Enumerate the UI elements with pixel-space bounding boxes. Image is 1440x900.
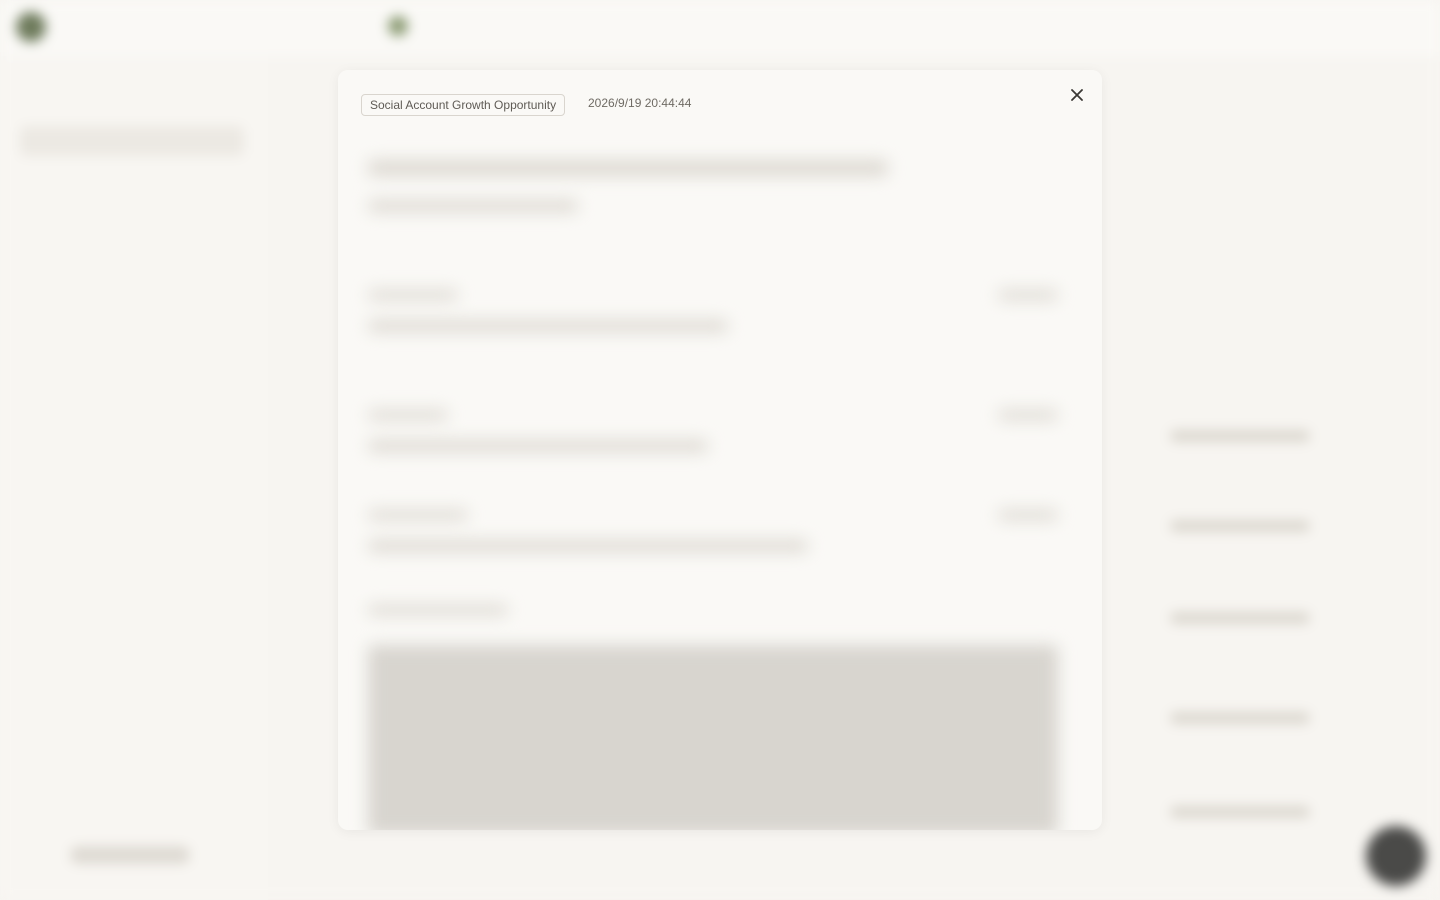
top-bar [0, 0, 1440, 56]
login-link [1404, 20, 1408, 35]
list-item [1170, 612, 1310, 624]
list-item [1170, 712, 1310, 724]
list-item [1170, 806, 1310, 818]
section-meta [998, 290, 1058, 300]
sidebar [0, 56, 268, 900]
brand-name [62, 18, 66, 35]
close-button[interactable] [1066, 84, 1088, 106]
section-text [368, 440, 708, 452]
modal-header: Social Account Growth Opportunity 2026/9… [338, 70, 1102, 116]
modal-body [338, 110, 1102, 830]
modal-title-line [368, 160, 888, 176]
workspace-selector [418, 20, 422, 35]
modal-subtitle-line [368, 200, 578, 212]
section-label [368, 605, 508, 615]
sidebar-footer [70, 846, 190, 864]
app-logo [16, 12, 46, 42]
section-label [368, 290, 458, 300]
list-item [1170, 520, 1310, 532]
category-tag: Social Account Growth Opportunity [361, 94, 566, 116]
sidebar-item [24, 86, 224, 110]
section-meta [998, 410, 1058, 420]
section-label [368, 410, 448, 420]
content-block [368, 645, 1058, 830]
timestamp: 2026/9/19 20:44:44 [588, 96, 692, 110]
section-text [368, 320, 728, 332]
top-nav-link [552, 20, 556, 35]
section-label [368, 510, 468, 520]
close-icon [1071, 89, 1083, 101]
top-nav-link [304, 20, 308, 35]
list-item [1170, 430, 1310, 442]
section-meta [998, 510, 1058, 520]
opportunity-detail-modal: Social Account Growth Opportunity 2026/9… [338, 70, 1102, 830]
sidebar-item [24, 174, 224, 198]
sidebar-item-active [20, 126, 244, 156]
floating-action-button [1366, 826, 1426, 886]
section-text [368, 540, 808, 552]
workspace-avatar [388, 16, 408, 36]
sidebar-item [24, 216, 224, 240]
